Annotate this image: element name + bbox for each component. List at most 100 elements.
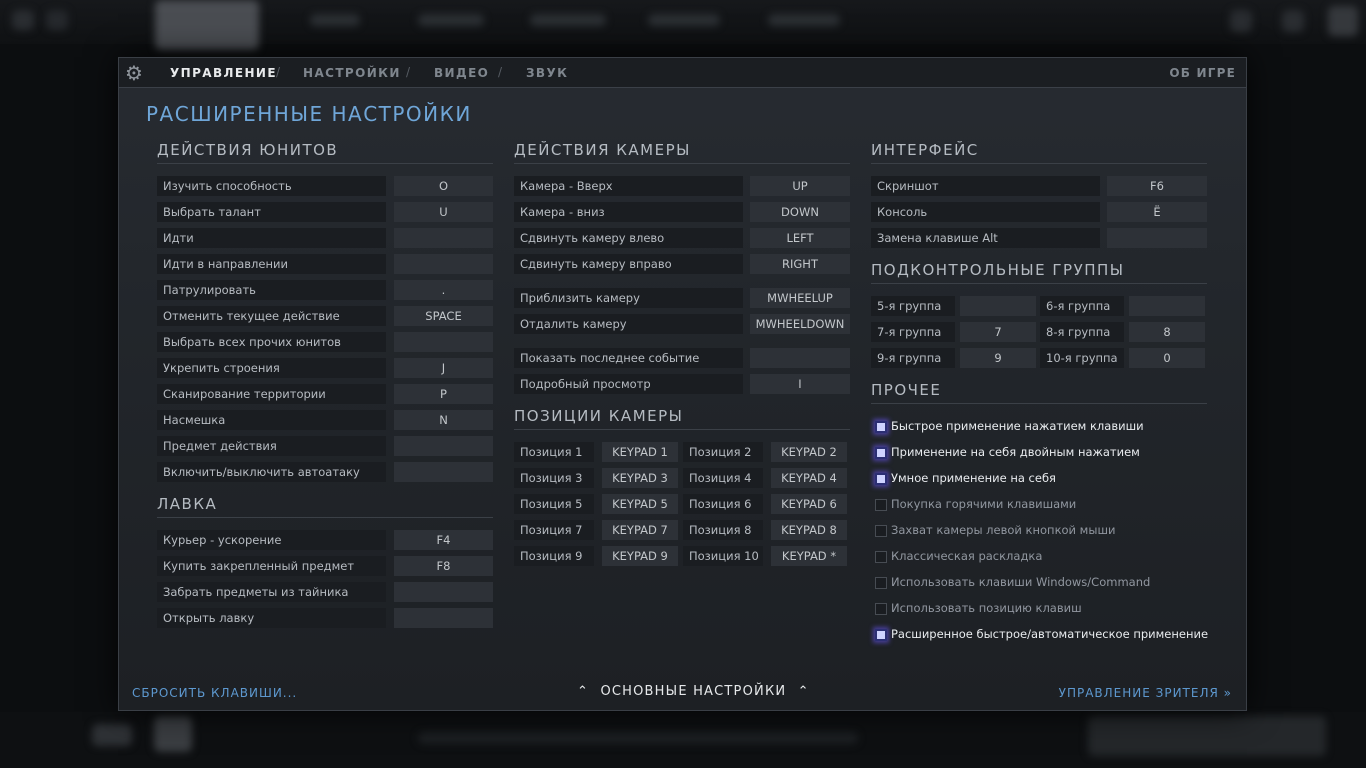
keybind-label: Скриншот — [871, 176, 1100, 196]
settings-dialog: ⚙ УПРАВЛЕНИЕ / НАСТРОЙКИ / ВИДЕО / ЗВУК … — [118, 57, 1247, 711]
keybind-key-button[interactable]: DOWN — [750, 202, 850, 222]
keybind-key-button[interactable]: KEYPAD 2 — [771, 442, 847, 462]
blurred-chat — [418, 732, 858, 744]
checkbox-label: Классическая раскладка — [891, 549, 1043, 563]
checkbox[interactable] — [875, 499, 887, 511]
checkbox[interactable] — [875, 551, 887, 563]
keybind-label: Забрать предметы из тайника — [157, 582, 386, 602]
keybind-key-button[interactable]: UP — [750, 176, 850, 196]
spectator-controls-link[interactable]: УПРАВЛЕНИЕ ЗРИТЕЛЯ » — [1059, 686, 1232, 700]
keybind-label: Включить/выключить автоатаку — [157, 462, 386, 482]
tab-sound[interactable]: ЗВУК — [526, 66, 568, 80]
keybind-key-button[interactable]: KEYPAD 5 — [602, 494, 678, 514]
keybind-key-button[interactable] — [394, 332, 493, 352]
section-title-other: ПРОЧЕЕ — [871, 381, 1207, 404]
keybind-label: Подробный просмотр — [514, 374, 743, 394]
keybind-key-button[interactable]: O — [394, 176, 493, 196]
keybind-label: Позиция 3 — [514, 468, 594, 488]
keybind-key-button[interactable]: F8 — [394, 556, 493, 576]
keybind-label: Выбрать талант — [157, 202, 386, 222]
blurred-nav-item — [310, 14, 360, 26]
background-top-bar — [0, 0, 1366, 50]
keybind-key-button[interactable]: KEYPAD 4 — [771, 468, 847, 488]
keybind-key-button[interactable]: U — [394, 202, 493, 222]
keybind-key-button[interactable]: KEYPAD 6 — [771, 494, 847, 514]
checkbox[interactable] — [875, 473, 887, 485]
keybind-key-button[interactable]: F4 — [394, 530, 493, 550]
checkbox[interactable] — [875, 525, 887, 537]
keybind-key-button[interactable]: KEYPAD 9 — [602, 546, 678, 566]
keybind-key-button[interactable] — [394, 462, 493, 482]
keybind-key-button[interactable]: KEYPAD 3 — [602, 468, 678, 488]
reset-keys-link[interactable]: СБРОСИТЬ КЛАВИШИ... — [132, 686, 297, 700]
keybind-key-button[interactable] — [394, 582, 493, 602]
checkbox[interactable] — [875, 447, 887, 459]
tab-about[interactable]: ОБ ИГРЕ — [1169, 66, 1236, 80]
keybind-key-button[interactable]: MWHEELDOWN — [750, 314, 850, 334]
keybind-key-button[interactable]: KEYPAD 1 — [602, 442, 678, 462]
keybind-key-button[interactable] — [960, 296, 1036, 316]
section-title-camera: ДЕЙСТВИЯ КАМЕРЫ — [514, 141, 850, 164]
tab-video[interactable]: ВИДЕО — [434, 66, 489, 80]
keybind-label: Курьер - ускорение — [157, 530, 386, 550]
keybind-key-button[interactable]: KEYPAD 8 — [771, 520, 847, 540]
keybind-key-button[interactable]: LEFT — [750, 228, 850, 248]
keybind-key-button[interactable]: RIGHT — [750, 254, 850, 274]
keybind-key-button[interactable] — [394, 228, 493, 248]
keybind-key-button[interactable] — [394, 254, 493, 274]
blurred-nav-item — [768, 14, 840, 26]
keybind-label: Насмешка — [157, 410, 386, 430]
keybind-label: Сканирование территории — [157, 384, 386, 404]
chevron-up-icon: ⌃ — [577, 684, 590, 699]
keybind-key-button[interactable]: 8 — [1129, 322, 1205, 342]
keybind-key-button[interactable]: Ё — [1107, 202, 1207, 222]
keybind-key-button[interactable]: KEYPAD * — [771, 546, 847, 566]
section-title-groups: ПОДКОНТРОЛЬНЫЕ ГРУППЫ — [871, 261, 1207, 284]
checkbox[interactable] — [875, 629, 887, 641]
tab-controls[interactable]: УПРАВЛЕНИЕ — [170, 66, 277, 80]
keybind-label: Позиция 6 — [683, 494, 763, 514]
section-title-shop: ЛАВКА — [157, 495, 493, 518]
checkbox[interactable] — [875, 603, 887, 615]
tab-settings[interactable]: НАСТРОЙКИ — [303, 66, 401, 80]
blurred-nav-item — [530, 14, 606, 26]
checkbox-label: Расширенное быстрое/автоматическое приме… — [891, 627, 1209, 641]
keybind-label: Позиция 1 — [514, 442, 594, 462]
checkbox[interactable] — [875, 577, 887, 589]
checkbox-label: Быстрое применение нажатием клавиши — [891, 419, 1144, 433]
blurred-nav-item — [648, 14, 720, 26]
keybind-label: Позиция 5 — [514, 494, 594, 514]
keybind-label: Позиция 10 — [683, 546, 763, 566]
keybind-key-button[interactable]: F6 — [1107, 176, 1207, 196]
keybind-label: Приблизить камеру — [514, 288, 743, 308]
keybind-key-button[interactable] — [1107, 228, 1207, 248]
basic-settings-button[interactable]: ⌃ ОСНОВНЫЕ НАСТРОЙКИ ⌃ — [577, 684, 810, 699]
gear-icon[interactable]: ⚙ — [123, 62, 145, 84]
keybind-key-button[interactable] — [1129, 296, 1205, 316]
keybind-key-button[interactable]: P — [394, 384, 493, 404]
keybind-key-button[interactable]: 0 — [1129, 348, 1205, 368]
keybind-key-button[interactable]: SPACE — [394, 306, 493, 326]
keybind-label: Позиция 4 — [683, 468, 763, 488]
keybind-key-button[interactable] — [394, 436, 493, 456]
keybind-label: Выбрать всех прочих юнитов — [157, 332, 386, 352]
keybind-key-button[interactable] — [394, 608, 493, 628]
checkbox-label: Применение на себя двойным нажатием — [891, 445, 1140, 459]
keybind-key-button[interactable] — [750, 348, 850, 368]
keybind-label: Позиция 9 — [514, 546, 594, 566]
keybind-label: 5-я группа — [871, 296, 955, 316]
keybind-key-button[interactable]: 9 — [960, 348, 1036, 368]
keybind-key-button[interactable]: 7 — [960, 322, 1036, 342]
keybind-key-button[interactable]: N — [394, 410, 493, 430]
keybind-label: 7-я группа — [871, 322, 955, 342]
keybind-key-button[interactable]: KEYPAD 7 — [602, 520, 678, 540]
keybind-label: 10-я группа — [1040, 348, 1124, 368]
keybind-label: Позиция 8 — [683, 520, 763, 540]
checkbox[interactable] — [875, 421, 887, 433]
keybind-key-button[interactable]: MWHEELUP — [750, 288, 850, 308]
section-title-interface: ИНТЕРФЕЙС — [871, 141, 1207, 164]
keybind-key-button[interactable]: I — [750, 374, 850, 394]
keybind-key-button[interactable]: . — [394, 280, 493, 300]
keybind-label: Замена клавише Alt — [871, 228, 1100, 248]
keybind-key-button[interactable]: J — [394, 358, 493, 378]
